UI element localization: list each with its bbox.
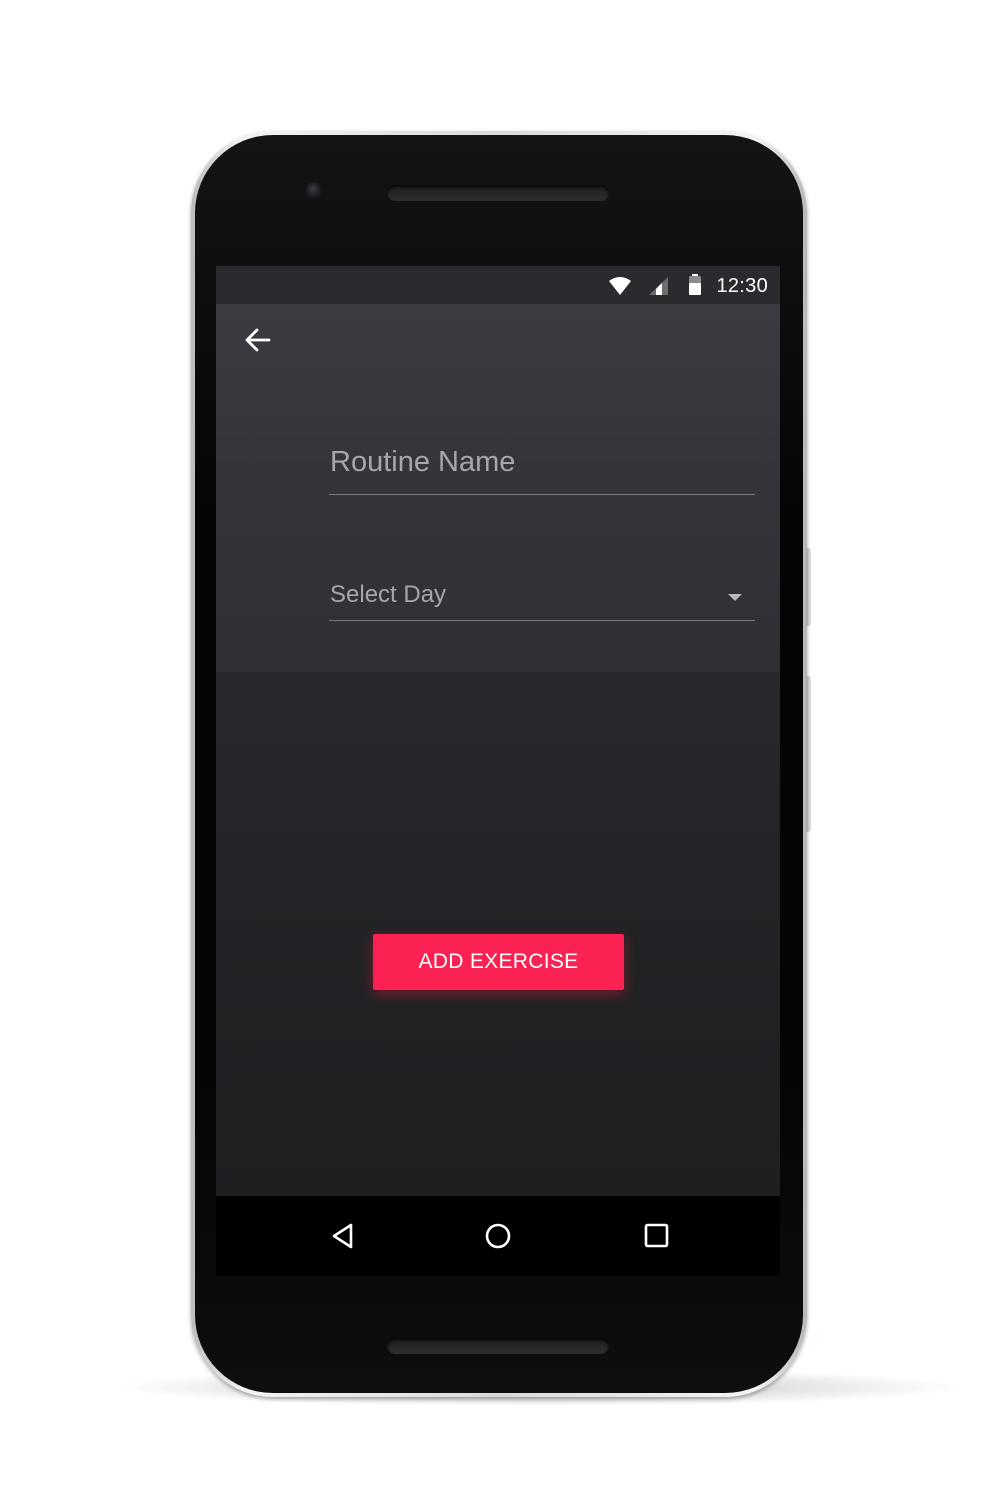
wifi-icon xyxy=(608,276,632,301)
status-time: 12:30 xyxy=(716,275,768,297)
back-button[interactable] xyxy=(238,322,286,362)
exercise-list-area: ADD EXERCISE xyxy=(216,673,780,1196)
front-camera xyxy=(306,182,324,200)
routine-name-placeholder: Routine Name xyxy=(330,446,516,478)
phone-screen: 12:30 Routine Name Select Day ADD EXERCI… xyxy=(216,266,780,1196)
nav-recents-square-icon xyxy=(637,1223,677,1260)
power-button xyxy=(806,548,811,626)
status-bar: 12:30 xyxy=(216,266,780,304)
system-nav-bar xyxy=(216,1196,780,1276)
stage: 12:30 Routine Name Select Day ADD EXERCI… xyxy=(0,0,996,1500)
cell-signal-icon xyxy=(648,276,670,301)
bottom-speaker xyxy=(387,1338,609,1354)
arrow-left-icon xyxy=(238,328,286,366)
battery-icon xyxy=(688,274,702,301)
nav-home-button[interactable] xyxy=(478,1216,518,1256)
top-speaker xyxy=(387,185,609,201)
chevron-down-icon xyxy=(728,594,742,601)
nav-back-triangle-icon xyxy=(324,1223,364,1260)
nav-home-circle-icon xyxy=(478,1223,518,1260)
select-day-dropdown[interactable]: Select Day xyxy=(329,576,755,621)
nav-back-button[interactable] xyxy=(324,1216,364,1256)
nav-recents-button[interactable] xyxy=(637,1216,677,1256)
add-exercise-button[interactable]: ADD EXERCISE xyxy=(373,934,624,990)
select-day-value: Select Day xyxy=(330,581,447,608)
routine-header: Routine Name Select Day xyxy=(216,304,780,673)
volume-button xyxy=(806,676,811,832)
routine-name-field[interactable]: Routine Name xyxy=(329,440,755,495)
